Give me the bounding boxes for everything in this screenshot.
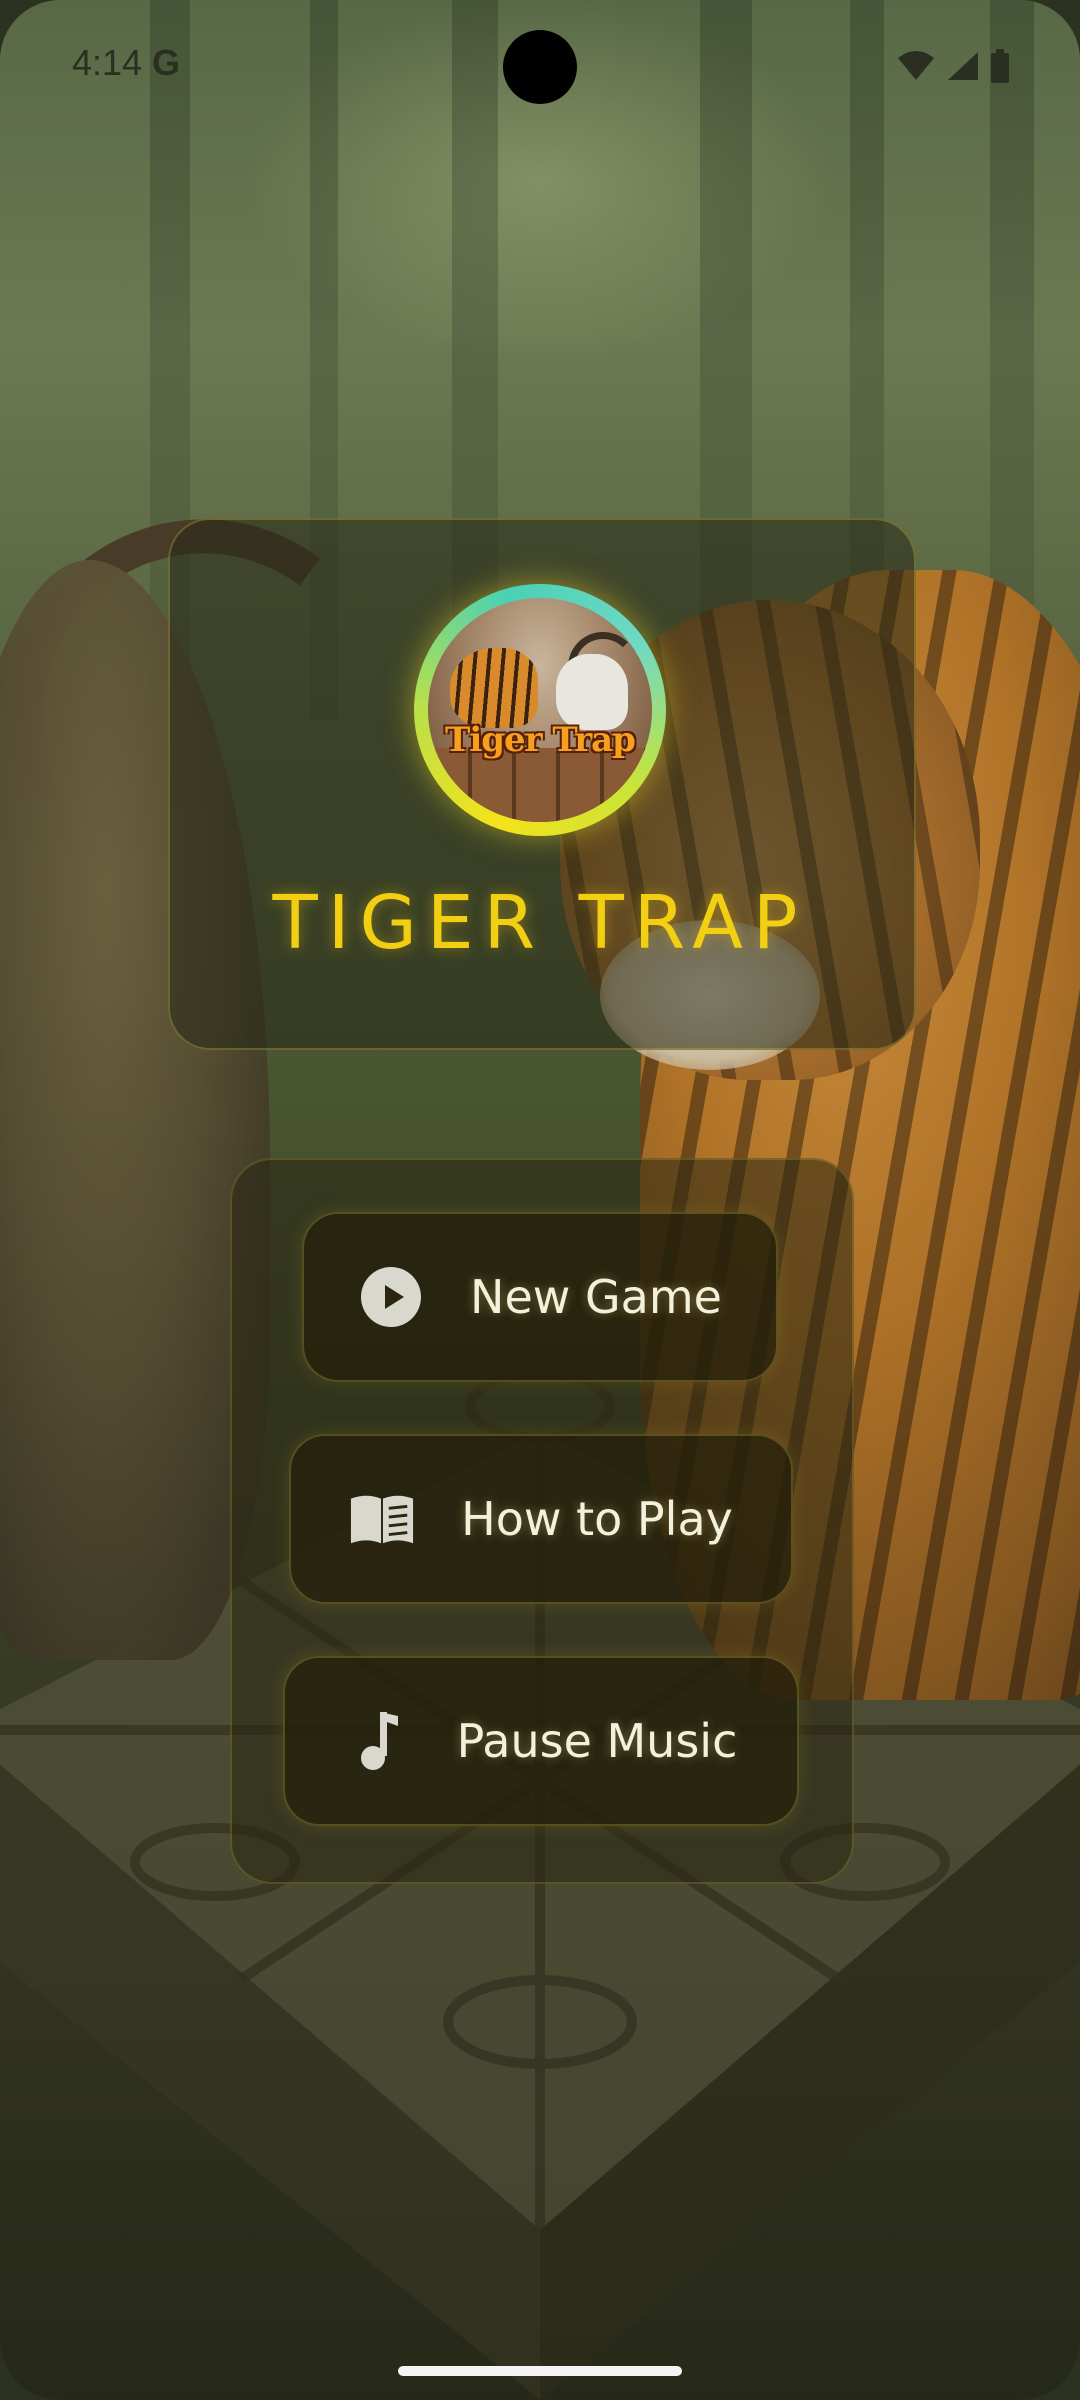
music-note-icon <box>345 1708 411 1774</box>
status-bar: 4:14 G <box>0 0 1080 130</box>
logo-tiger-icon <box>450 648 538 728</box>
wifi-icon <box>898 51 934 80</box>
status-icons <box>896 48 1010 84</box>
battery-icon <box>991 49 1009 83</box>
pause-music-button[interactable]: Pause Music <box>283 1656 799 1826</box>
pause-music-label: Pause Music <box>456 1714 738 1768</box>
front-camera-cutout <box>503 30 577 104</box>
game-logo: Tiger Trap <box>414 584 666 836</box>
new-game-button[interactable]: New Game <box>302 1212 778 1382</box>
home-indicator[interactable] <box>398 2366 682 2376</box>
play-icon <box>358 1264 424 1330</box>
status-time: 4:14 <box>72 42 143 83</box>
logo-artwork: Tiger Trap <box>428 598 652 822</box>
google-g-icon: G <box>152 42 181 83</box>
logo-text: Tiger Trap <box>445 720 636 760</box>
book-icon <box>349 1486 415 1552</box>
logo-goat-icon <box>556 654 628 730</box>
game-title: TIGER TRAP <box>272 880 808 966</box>
new-game-label: New Game <box>470 1270 722 1324</box>
how-to-play-label: How to Play <box>461 1492 733 1546</box>
main-menu-screen: 4:14 G Tiger Trap TIGER TRAP New Game Ho… <box>0 0 1080 2400</box>
how-to-play-button[interactable]: How to Play <box>289 1434 793 1604</box>
signal-icon <box>948 52 978 80</box>
